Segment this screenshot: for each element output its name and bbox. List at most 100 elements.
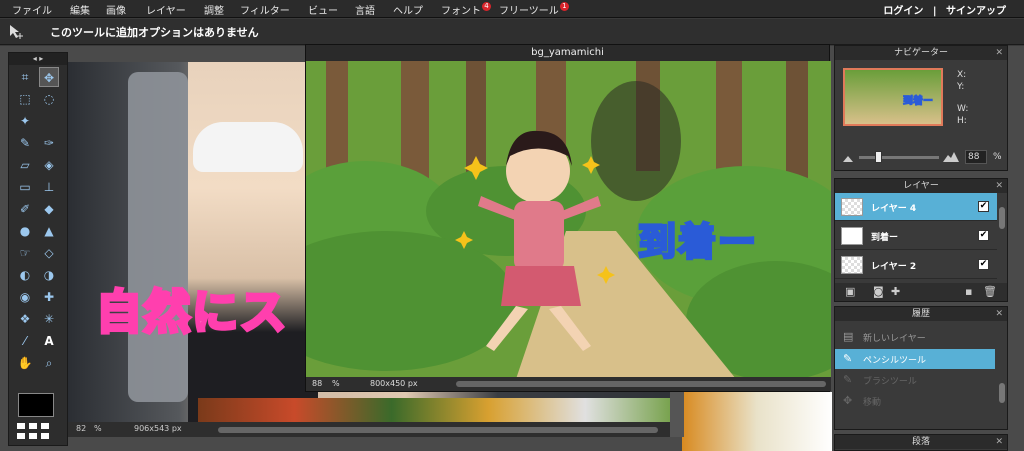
drawing-icon[interactable]: ◆ [39,199,59,219]
dodge-icon[interactable]: ◐ [15,265,35,285]
w-label: W: [957,104,969,114]
red-eye-icon[interactable]: ◉ [15,287,35,307]
color-picker-icon[interactable]: ⁄ [15,331,35,351]
hand-icon[interactable]: ✋ [15,353,35,373]
menu-filter[interactable]: フィルター [240,2,290,17]
layer-visibility-checkbox[interactable]: ✔ [978,230,989,241]
layer-settings-icon[interactable]: ▣ [845,285,855,298]
new-layer-icon[interactable]: ▪ [965,285,972,298]
vscroll-back[interactable] [670,392,684,437]
blur-icon[interactable]: ● [15,221,35,241]
zoom-value-front[interactable]: 88 [312,379,322,388]
sponge-icon[interactable]: ◇ [39,243,59,263]
navigator-thumbnail[interactable]: 到着ー [843,68,943,126]
menu-adjust[interactable]: 調整 [204,2,224,17]
menu-image[interactable]: 画像 [106,2,126,17]
gradient-icon[interactable]: ▭ [15,177,35,197]
zoom-percent: % [993,152,1002,162]
close-icon[interactable]: ✕ [995,307,1003,321]
menu-freetool[interactable]: フリーツール 1 [499,2,569,17]
history-item[interactable]: ✎ ブラシツール [835,370,995,390]
layer-visibility-checkbox[interactable]: ✔ [978,259,989,270]
layer-name: 到着ー [871,233,899,243]
type-icon[interactable]: A [39,331,59,351]
fill-bucket-icon[interactable]: ◈ [39,155,59,175]
menu-freetool-label: フリーツール [499,6,559,17]
zoom-out-icon[interactable] [843,154,857,162]
layer-row[interactable]: 到着ー ✔ [835,222,997,250]
menu-file[interactable]: ファイル [12,2,52,17]
menubar: ファイル 編集 画像 レイヤー 調整 フィルター ビュー 言語 ヘルプ フォント… [0,0,1024,18]
close-icon[interactable]: ✕ [995,435,1003,449]
layer-visibility-checkbox[interactable]: ✔ [978,201,989,212]
doc-size-back: 906x543 px [134,424,182,433]
history-item[interactable]: ✎ ペンシルツール [835,349,995,369]
paragraph-title-text: 段落 [911,437,930,447]
history-item-label: ブラシツール [863,377,917,387]
signup-link[interactable]: サインアップ [946,2,1006,17]
grid-view-icon[interactable] [17,423,57,443]
color-replace-icon[interactable]: ✐ [15,199,35,219]
auth-separator: | [932,6,937,17]
close-icon[interactable]: ✕ [995,179,1003,193]
bloat-icon[interactable]: ❖ [15,309,35,329]
options-bar: このツールに追加オプションはありません [0,19,1024,45]
marquee-icon[interactable]: ⬚ [15,89,35,109]
stamp-icon[interactable]: ⊥ [39,177,59,197]
options-message: このツールに追加オプションはありません [50,26,259,39]
history-scrollbar[interactable] [999,383,1005,403]
menu-font[interactable]: フォント 4 [441,2,491,17]
burn-icon[interactable]: ◑ [39,265,59,285]
zoom-in-icon[interactable] [943,152,959,162]
auth-links: ログイン | サインアップ [883,2,1006,17]
hscroll-front[interactable] [456,381,826,387]
smudge-icon[interactable]: ☞ [15,243,35,263]
foreground-color[interactable] [18,393,54,417]
layers-scrollbar[interactable] [999,207,1005,229]
back-overlay-text: 自然にス [94,283,288,341]
pencil-icon[interactable]: ✎ [15,133,35,153]
toolbox-nav-arrows[interactable]: ◂ ▸ [9,53,67,65]
history-title-text: 履歴 [911,309,930,319]
doc-size-front: 800x450 px [370,379,418,388]
layer-style-icon[interactable]: ✚ [891,285,900,298]
font-badge: 4 [482,2,491,11]
spot-heal-icon[interactable]: ✚ [39,287,59,307]
zoom-value-back[interactable]: 82 [76,424,86,433]
menu-edit[interactable]: 編集 [70,2,90,17]
zoom-slider-handle[interactable] [875,151,882,163]
zoom-input[interactable]: 88 [965,150,987,164]
layer-row[interactable]: レイヤー 4 ✔ [835,193,997,221]
crop-icon[interactable]: ⌗ [15,67,35,87]
layer-row[interactable]: レイヤー 2 ✔ [835,251,997,279]
menu-view[interactable]: ビュー [308,2,338,17]
document-title: bg_yamamichi [306,45,829,61]
magic-wand-icon[interactable]: ✦ [15,111,35,131]
eraser-icon[interactable]: ▱ [15,155,35,175]
document-window-front[interactable]: bg_yamamichi 到着ー 88 % 800x450 px [305,44,831,392]
brush-icon[interactable]: ✑ [39,133,59,153]
menu-language[interactable]: 言語 [355,2,375,17]
trash-icon[interactable]: 🗑 [983,285,997,298]
history-panel: 履歴 ✕ ▤ 新しいレイヤー ✎ ペンシルツール ✎ ブラシツール ✥ 移動 [834,306,1008,430]
sharpen-icon[interactable]: ▲ [39,221,59,241]
zoom-icon[interactable]: ⌕ [39,353,59,373]
pencil-icon: ✎ [843,352,853,365]
menu-help[interactable]: ヘルプ [393,2,423,17]
zoom-slider-track[interactable] [859,156,939,159]
layers-title: レイヤー ✕ [835,179,1007,193]
menu-layer[interactable]: レイヤー [146,2,186,17]
login-link[interactable]: ログイン [883,2,923,17]
move-icon[interactable]: ✥ [39,67,59,87]
layer-thumbnail [841,198,863,216]
hscroll-back[interactable] [218,427,658,433]
layer-mask-icon[interactable]: ◙ [873,285,884,298]
history-item[interactable]: ▤ 新しいレイヤー [835,327,995,347]
layers-title-text: レイヤー [903,181,939,191]
pinch-icon[interactable]: ✳ [39,309,59,329]
close-icon[interactable]: ✕ [995,46,1003,60]
scene-canvas[interactable]: 到着ー [306,61,831,379]
navigator-title-text: ナビゲーター [893,48,948,58]
history-item[interactable]: ✥ 移動 [835,391,995,411]
lasso-icon[interactable]: ◌ [39,89,59,109]
